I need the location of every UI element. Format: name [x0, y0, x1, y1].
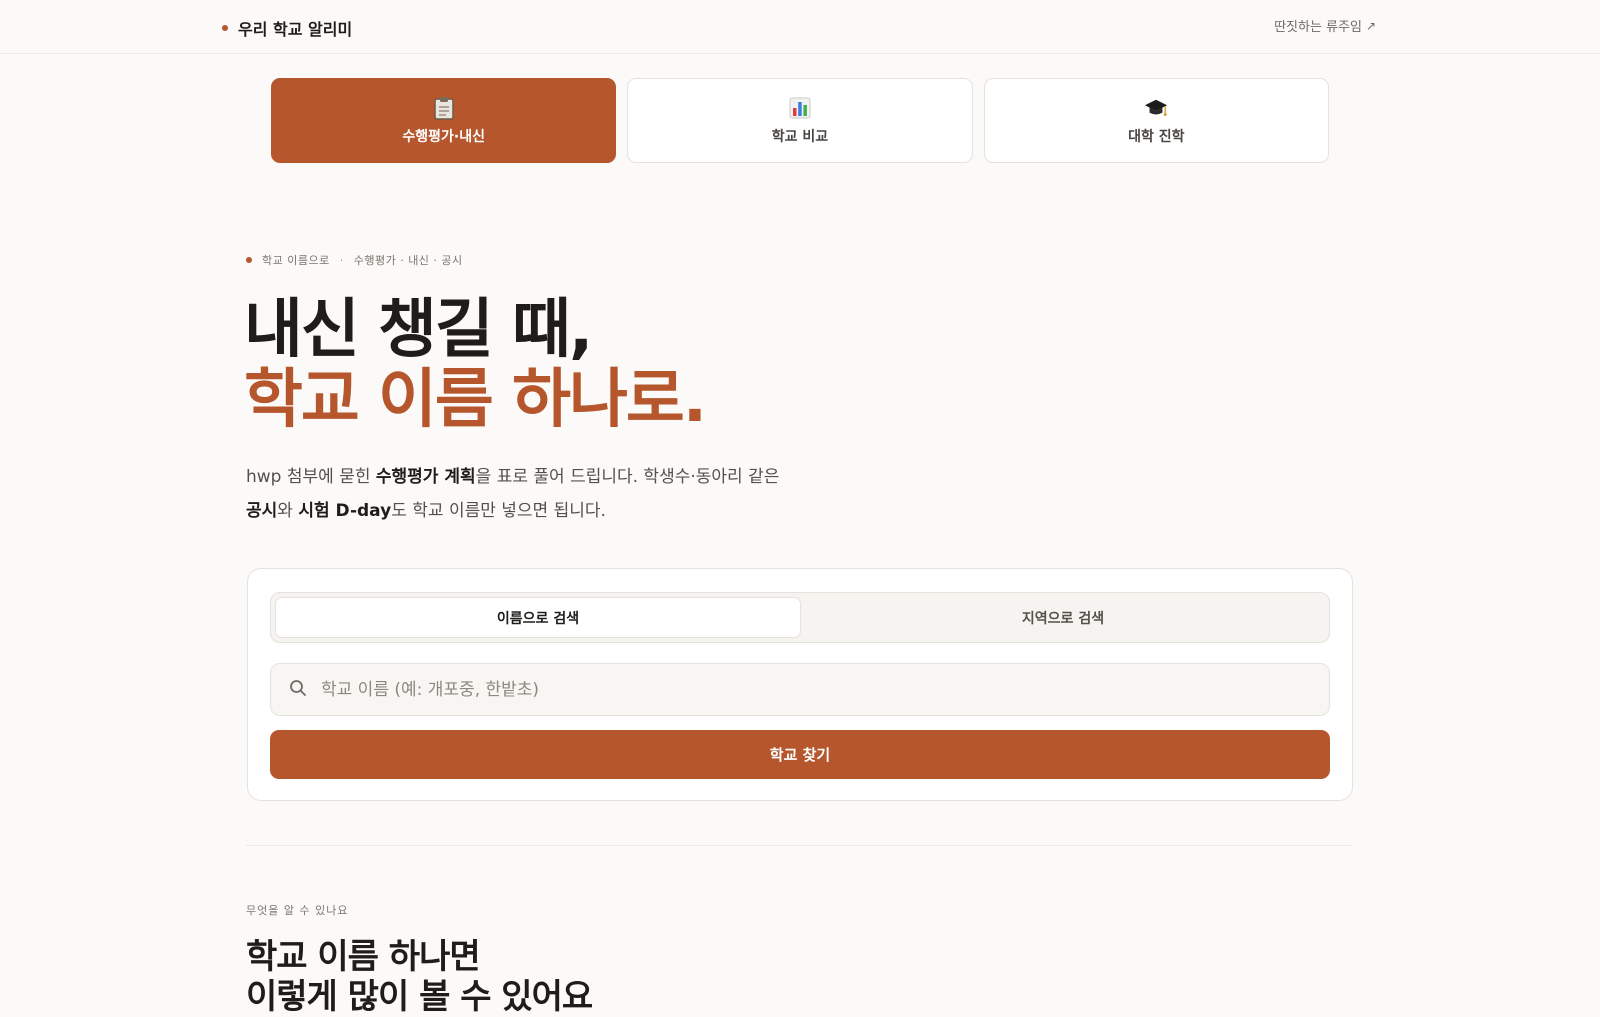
graduation-cap-icon: [1144, 96, 1168, 120]
eyebrow-left: 학교 이름으로: [262, 254, 330, 267]
hero-title-line2: 학교 이름 하나로.: [244, 363, 707, 437]
search-mode-toggle: 이름으로 검색 지역으로 검색: [270, 592, 1330, 643]
section-divider: [246, 845, 1353, 846]
search-field: [270, 663, 1330, 716]
tab-university[interactable]: 대학 진학: [983, 78, 1329, 163]
desc-highlight: 공시: [246, 501, 278, 521]
desc-highlight: 수행평가 계획: [375, 467, 476, 487]
search-icon: [289, 679, 307, 701]
school-search-input[interactable]: [321, 679, 1301, 700]
section-title-line2: 이렇게 많이 볼 수 있어요: [246, 977, 593, 1017]
desc-part: 도 학교 이름만 넣으면 됩니다.: [391, 501, 606, 521]
tab-label: 학교 비교: [771, 128, 829, 145]
feature-tabs: 수행평가·내신 학교 비교 대학 진학: [271, 78, 1329, 163]
find-school-button[interactable]: 학교 찾기: [270, 730, 1330, 779]
desc-part: 와: [277, 501, 299, 521]
tab-school-compare[interactable]: 학교 비교: [627, 78, 973, 163]
section-title: 학교 이름 하나면 이렇게 많이 볼 수 있어요: [246, 937, 593, 1017]
eyebrow-right: 수행평가 · 내신 · 공시: [353, 254, 463, 267]
hero-eyebrow: 학교 이름으로 · 수행평가 · 내신 · 공시: [246, 252, 463, 268]
author-link-label: 딴짓하는 류주임: [1274, 20, 1362, 35]
tab-assessment[interactable]: 수행평가·내신: [271, 78, 617, 163]
tab-label: 수행평가·내신: [402, 128, 485, 145]
external-link-icon: ↗: [1365, 18, 1376, 33]
brand-name: 우리 학교 알리미: [238, 20, 353, 39]
hero-title: 내신 챙길 때, 학교 이름 하나로.: [244, 293, 707, 437]
section-title-line1: 학교 이름 하나면: [246, 937, 481, 977]
eyebrow-separator: ·: [339, 253, 344, 267]
search-card: 이름으로 검색 지역으로 검색 학교 찾기: [247, 568, 1353, 801]
eyebrow-dot-icon: [246, 257, 252, 263]
section-eyebrow: 무엇을 알 수 있나요: [246, 904, 349, 917]
brand-dot-icon: [222, 25, 228, 31]
top-bar: 우리 학교 알리미 딴짓하는 류주임 ↗: [0, 0, 1600, 54]
hero-description: hwp 첨부에 묻힌 수행평가 계획을 표로 풀어 드립니다. 학생수·동아리 …: [246, 460, 866, 528]
brand-logo[interactable]: 우리 학교 알리미: [222, 16, 352, 40]
desc-part: 을 표로 풀어 드립니다. 학생수·동아리 같은: [475, 467, 780, 487]
desc-highlight: 시험 D-day: [298, 501, 392, 521]
bar-chart-icon: [788, 96, 812, 120]
clipboard-icon: [432, 96, 456, 120]
search-by-region-button[interactable]: 지역으로 검색: [801, 597, 1325, 638]
author-link[interactable]: 딴짓하는 류주임 ↗: [1274, 16, 1376, 36]
tab-label: 대학 진학: [1128, 128, 1185, 145]
hero-title-line1: 내신 챙길 때,: [244, 293, 593, 367]
desc-part: hwp 첨부에 묻힌: [246, 467, 376, 487]
search-by-name-button[interactable]: 이름으로 검색: [275, 597, 801, 638]
